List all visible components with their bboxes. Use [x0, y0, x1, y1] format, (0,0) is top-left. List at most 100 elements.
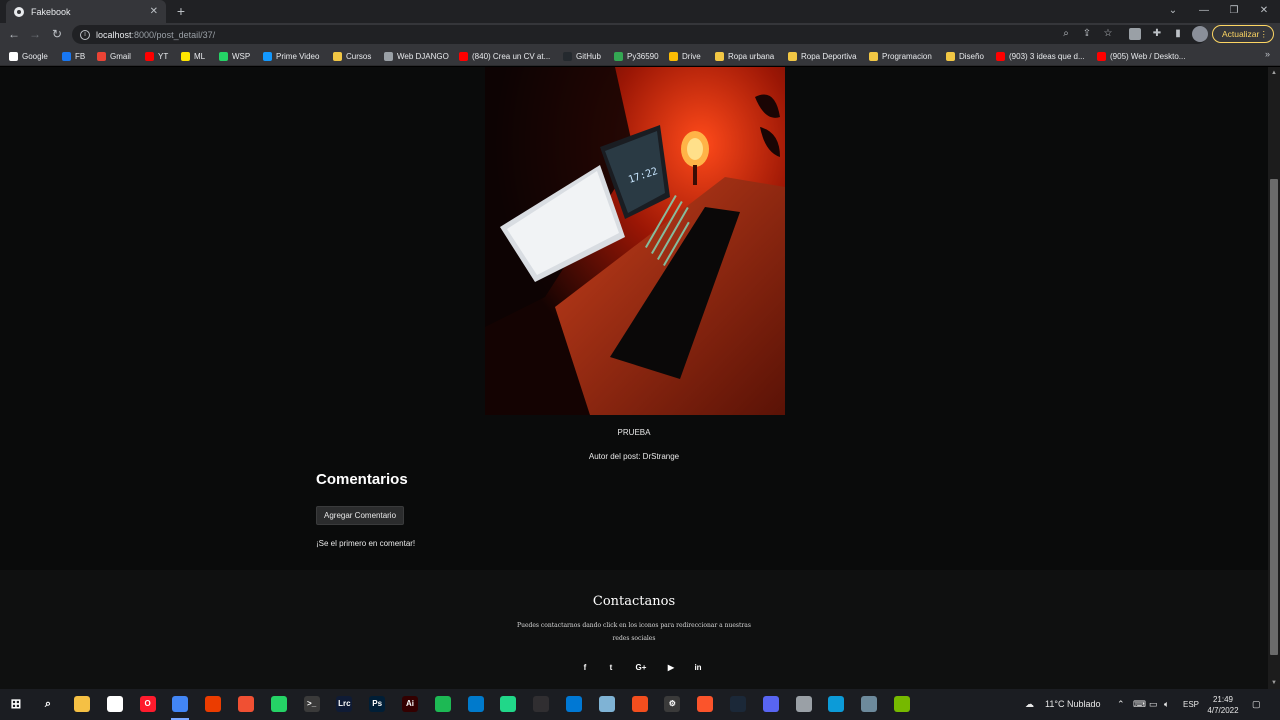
bookmark-favicon-icon — [97, 51, 106, 61]
windows-start-icon[interactable]: ⊞ — [8, 696, 24, 712]
screen: Fakebook ✕ + ⌄ — ❐ ✕ ← → ↻ i localhost :… — [0, 0, 1280, 720]
chrome-taskbar-icon[interactable] — [172, 696, 189, 712]
address-bar[interactable]: i localhost :8000/post_detail/37/ — [72, 25, 1207, 44]
store-taskbar-icon[interactable] — [106, 696, 123, 712]
bookmark-item[interactable]: ML — [181, 50, 205, 62]
clock-date: 4/7/2022 — [1207, 706, 1239, 715]
bookmark-label: FB — [75, 51, 86, 61]
profile-avatar[interactable] — [1192, 26, 1208, 42]
minimize-button[interactable]: — — [1189, 0, 1219, 23]
bookmark-item[interactable]: FB — [62, 50, 85, 62]
linkedin-icon[interactable]: in — [691, 663, 705, 673]
volume-icon[interactable]: 🔈︎ — [1164, 689, 1169, 720]
back-arrow-icon[interactable]: ← — [5, 25, 23, 43]
brave-taskbar-icon[interactable] — [697, 696, 714, 712]
git-taskbar-icon[interactable] — [238, 696, 254, 712]
update-button[interactable]: Actualizar ⋮ — [1212, 25, 1274, 43]
notes-taskbar-icon[interactable] — [598, 696, 615, 712]
network-icon[interactable]: ⌨ — [1133, 689, 1146, 720]
nvidia-taskbar-icon[interactable] — [894, 696, 910, 712]
steam-taskbar-icon[interactable] — [730, 696, 746, 712]
illustrator-taskbar-icon[interactable]: Ai — [402, 696, 418, 712]
bookmark-item[interactable]: (905) Web / Deskto... — [1097, 50, 1185, 62]
opera-taskbar-icon[interactable]: O — [139, 696, 156, 712]
add-comment-button[interactable]: Agregar Comentario — [316, 506, 405, 525]
search-icon[interactable]: ⌕ — [40, 696, 56, 712]
office-taskbar-icon[interactable] — [205, 696, 222, 712]
browser-toolbar: ← → ↻ i localhost :8000/post_detail/37/ … — [0, 23, 1280, 46]
bookmark-label: (840) Crea un CV at... — [472, 51, 551, 61]
bookmark-item[interactable]: Drive — [669, 50, 701, 62]
bookmark-label: Web DJANGO — [397, 51, 449, 61]
bookmark-item[interactable]: WSP — [219, 50, 250, 62]
puzzle-icon[interactable]: ✚ — [1150, 26, 1164, 42]
scrollbar-thumb[interactable] — [1270, 179, 1278, 655]
photoshop-taskbar-icon[interactable]: Ps — [369, 696, 386, 712]
maximize-button[interactable]: ❐ — [1219, 0, 1249, 23]
bookmark-item[interactable]: Web DJANGO — [384, 50, 449, 62]
vscode-taskbar-icon[interactable] — [467, 696, 484, 712]
settings-taskbar-icon[interactable]: ⚙ — [664, 696, 681, 712]
bookmarks-more-icon[interactable]: » — [1265, 49, 1270, 59]
bookmark-item[interactable]: Prime Video — [263, 50, 319, 62]
bookmark-item[interactable]: Gmail — [97, 50, 131, 62]
edge-taskbar-icon[interactable] — [828, 696, 845, 712]
whatsapp-taskbar-icon[interactable] — [270, 696, 287, 712]
database-taskbar-icon[interactable] — [795, 696, 812, 712]
bookmarks-bar: » Google FB Gmail YT ML WSP Prime Video Cursos W… — [0, 46, 1280, 66]
tab-fakebook[interactable]: Fakebook ✕ — [6, 0, 166, 23]
bookmark-item[interactable]: Diseño — [946, 50, 984, 62]
forward-arrow-icon[interactable]: → — [26, 25, 44, 43]
bookmark-star-icon[interactable]: ☆ — [1101, 26, 1115, 42]
bookmark-item[interactable]: (840) Crea un CV at... — [459, 50, 550, 62]
pycharm-taskbar-icon[interactable] — [500, 696, 517, 712]
bookmark-item[interactable]: Google — [9, 50, 48, 62]
reload-icon[interactable]: ↻ — [48, 25, 66, 43]
scroll-up-icon[interactable]: ▲ — [1268, 67, 1280, 79]
extension-icon[interactable] — [1129, 28, 1141, 40]
spotify-taskbar-icon[interactable] — [434, 696, 451, 712]
info-icon[interactable]: i — [80, 29, 90, 40]
bookmark-item[interactable]: Programacion — [869, 50, 932, 62]
menu-dots-icon: ⋮ — [1259, 29, 1269, 39]
tab-search-icon[interactable]: ⌄ — [1158, 0, 1188, 23]
bookmark-item[interactable]: Ropa Deportiva — [788, 50, 857, 62]
facebook-icon[interactable]: f — [578, 663, 592, 673]
tray-chevron-icon[interactable]: ⌃ — [1117, 689, 1125, 720]
lightroom-taskbar-icon[interactable]: Lrc — [336, 696, 353, 712]
notification-icon[interactable]: ▢ — [1252, 689, 1261, 720]
clock[interactable]: 21:49 4/7/2022 — [1200, 694, 1246, 716]
google-plus-icon[interactable]: G+ — [634, 663, 648, 673]
bookmark-item[interactable]: YT — [145, 50, 168, 62]
outlook-taskbar-icon[interactable] — [566, 696, 582, 712]
bookmark-favicon-icon — [181, 51, 190, 61]
youtube-icon[interactable]: ▶ — [664, 663, 678, 673]
side-panel-icon[interactable]: ▮ — [1171, 26, 1185, 42]
display-icon[interactable]: ▭ — [1149, 689, 1158, 720]
tab-close-icon[interactable]: ✕ — [150, 6, 158, 17]
close-window-button[interactable]: ✕ — [1249, 0, 1279, 23]
bookmark-item[interactable]: GitHub — [563, 50, 601, 62]
share-icon[interactable]: ⇪ — [1080, 26, 1094, 42]
bookmark-favicon-icon — [669, 51, 678, 61]
scrollbar[interactable]: ▲ ▼ — [1268, 67, 1280, 689]
twitter-icon[interactable]: t — [604, 663, 618, 673]
figma-taskbar-icon[interactable] — [631, 696, 648, 712]
terminal-taskbar-icon[interactable]: >_ — [303, 696, 320, 712]
bookmark-item[interactable]: Cursos — [333, 50, 371, 62]
bookmark-item[interactable]: (903) 3 ideas que d... — [996, 50, 1085, 62]
file-explorer-taskbar-icon[interactable] — [74, 696, 90, 712]
scroll-down-icon[interactable]: ▼ — [1268, 677, 1280, 689]
bookmark-item[interactable]: Py36590 — [614, 50, 659, 62]
bookmark-favicon-icon — [459, 51, 468, 61]
language-indicator[interactable]: ESP — [1183, 689, 1199, 720]
zoom-icon[interactable]: ⌕ — [1059, 26, 1073, 42]
tool-taskbar-icon[interactable] — [861, 696, 878, 712]
discord-taskbar-icon[interactable] — [762, 696, 779, 712]
weather-icon[interactable]: ☁ — [1025, 689, 1034, 720]
bookmark-item[interactable]: Ropa urbana — [715, 50, 774, 62]
new-tab-button[interactable]: + — [172, 2, 190, 20]
obs-taskbar-icon[interactable] — [533, 696, 550, 712]
bookmark-label: ML — [194, 51, 206, 61]
weather-text[interactable]: 11°C Nublado — [1045, 689, 1100, 720]
